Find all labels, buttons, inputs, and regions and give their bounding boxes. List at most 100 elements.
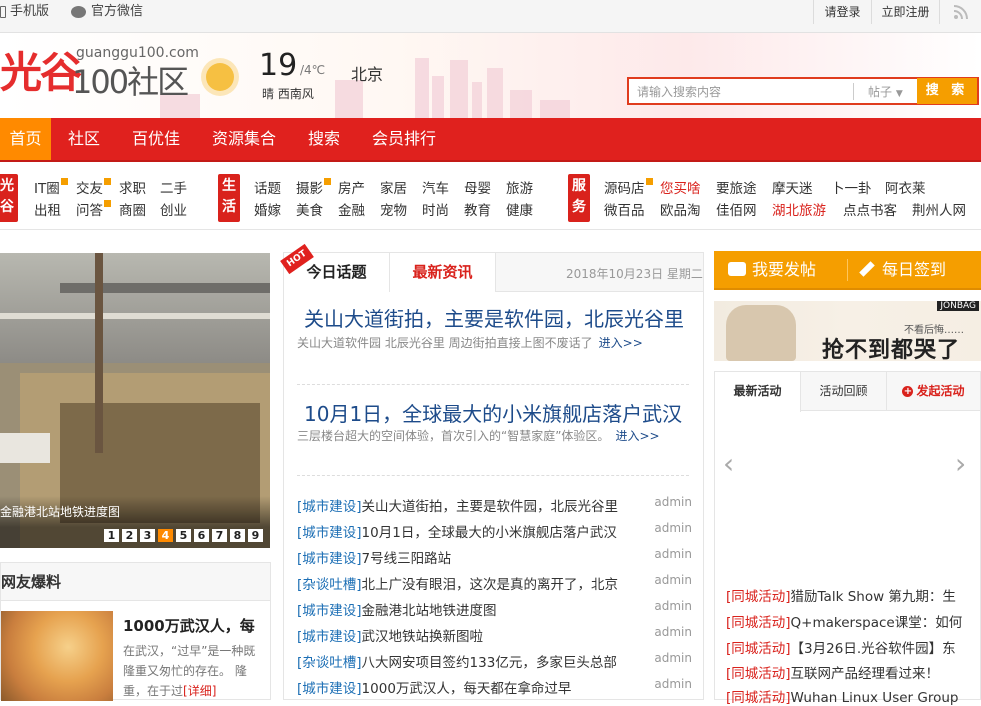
hot-news-desc: 在武汉，“过早”是一种既隆重又匆忙的存在。 隆重，在于过[详细] bbox=[123, 644, 256, 698]
list-item[interactable]: [同城活动]Wuhan Linux User Group bbox=[726, 686, 978, 706]
tab-latest-activity[interactable]: 最新活动 bbox=[715, 372, 801, 412]
category-link[interactable]: 话题 bbox=[254, 177, 281, 197]
list-item[interactable]: [城市建设]1000万武汉人，每天都在拿命过早 admin bbox=[297, 677, 692, 703]
category-link[interactable]: 教育 bbox=[464, 199, 491, 219]
category-link[interactable]: 求职 bbox=[119, 177, 146, 197]
nav-search[interactable]: 搜索 bbox=[296, 118, 352, 160]
category-link[interactable]: 金融 bbox=[338, 199, 365, 219]
category-link[interactable]: 微百品 bbox=[604, 199, 645, 219]
list-item[interactable]: [城市建设]10月1日，全球最大的小米旗舰店落户武汉 admin bbox=[297, 521, 692, 547]
start-activity-button[interactable]: + 发起活动 bbox=[887, 372, 980, 411]
list-item[interactable]: [城市建设]金融港北站地铁进度图 admin bbox=[297, 599, 692, 625]
list-item[interactable]: [城市建设]7号线三阳路站 admin bbox=[297, 547, 692, 573]
temperature-range: /4℃ bbox=[300, 63, 326, 77]
login-link[interactable]: 请登录 bbox=[813, 0, 871, 24]
category-link[interactable]: 点点书客 bbox=[843, 199, 897, 219]
rss-icon[interactable] bbox=[939, 0, 981, 24]
category-link[interactable]: 湖北旅游 bbox=[772, 199, 826, 219]
wechat-icon bbox=[71, 6, 86, 18]
nav-home[interactable]: 首页 bbox=[0, 118, 51, 160]
slide-page-button[interactable]: 4 bbox=[158, 529, 173, 542]
register-link[interactable]: 立即注册 bbox=[871, 0, 939, 24]
sunny-icon bbox=[206, 63, 234, 91]
category-link[interactable]: 时尚 bbox=[422, 199, 449, 219]
tab-latest-news[interactable]: 最新资讯 bbox=[390, 253, 496, 292]
detail-link[interactable]: [详细] bbox=[183, 684, 216, 698]
wechat-link[interactable]: 官方微信 bbox=[71, 0, 143, 24]
category-link[interactable]: 健康 bbox=[506, 199, 533, 219]
category-link[interactable]: 二手 bbox=[160, 177, 187, 197]
slide-caption[interactable]: 金融港北站地铁进度图 bbox=[0, 503, 120, 520]
sign-in-button[interactable]: 每日签到 bbox=[859, 251, 946, 288]
category-link[interactable]: 阿衣莱 bbox=[885, 177, 926, 197]
category-link[interactable]: 婚嫁 bbox=[254, 199, 281, 219]
image-slider[interactable]: 金融港北站地铁进度图 1 2 3 4 5 6 7 8 9 bbox=[0, 253, 270, 548]
nav-resources[interactable]: 资源集合 bbox=[200, 118, 288, 160]
slide-page-button[interactable]: 1 bbox=[104, 529, 119, 542]
category-link[interactable]: 创业 bbox=[160, 199, 187, 219]
headline-title[interactable]: 10月1日，全球最大的小米旗舰店落户武汉 bbox=[304, 398, 682, 427]
slide-page-button[interactable]: 8 bbox=[230, 529, 245, 542]
enter-link[interactable]: 进入>> bbox=[615, 429, 659, 443]
category-link[interactable]: 出租 bbox=[34, 199, 61, 219]
category-link[interactable]: IT圈 bbox=[34, 177, 68, 197]
category-link[interactable]: 要旅途 bbox=[716, 177, 757, 197]
nav-baiyoujia[interactable]: 百优佳 bbox=[120, 118, 192, 160]
list-item[interactable]: [同城活动]【3月26日.光谷软件园】东 bbox=[726, 637, 978, 657]
list-item[interactable]: [杂谈吐槽]北上广没有眼泪，这次是真的离开了，北京 admin bbox=[297, 573, 692, 599]
slide-page-button[interactable]: 6 bbox=[194, 529, 209, 542]
nav-community[interactable]: 社区 bbox=[56, 118, 112, 160]
slide-page-button[interactable]: 3 bbox=[140, 529, 155, 542]
category-link[interactable]: 交友 bbox=[76, 177, 111, 197]
list-item[interactable]: [同城活动]猎励Talk Show 第九期：生 bbox=[726, 585, 978, 605]
mobile-link[interactable]: 手机版 bbox=[0, 0, 49, 24]
category-link[interactable]: 佳佰网 bbox=[716, 199, 757, 219]
category-link[interactable]: 宠物 bbox=[380, 199, 407, 219]
category-link[interactable]: 旅游 bbox=[506, 177, 533, 197]
search-button[interactable]: 搜 索 bbox=[917, 78, 977, 104]
hot-news-headline[interactable]: 1000万武汉人，每 bbox=[123, 615, 255, 636]
slide-page-button[interactable]: 5 bbox=[176, 529, 191, 542]
category-link[interactable]: 摩天迷 bbox=[772, 177, 813, 197]
slide-page-button[interactable]: 9 bbox=[248, 529, 263, 542]
category-link[interactable]: 卜一卦 bbox=[831, 177, 872, 197]
category-link[interactable]: 欧品淘 bbox=[660, 199, 701, 219]
category-link[interactable]: 汽车 bbox=[422, 177, 449, 197]
category-label-service: 服务 bbox=[568, 174, 590, 222]
category-link[interactable]: 您买啥 bbox=[660, 177, 701, 197]
category-link[interactable]: 商圈 bbox=[119, 199, 146, 219]
category-link[interactable]: 荆州人网 bbox=[912, 199, 966, 219]
category-link[interactable]: 美食 bbox=[296, 199, 323, 219]
list-item[interactable]: [同城活动]Q+makerspace课堂：如何 bbox=[726, 611, 978, 631]
search-input[interactable]: 请输入搜索内容 bbox=[637, 83, 721, 100]
weather-city: 北京 bbox=[351, 65, 384, 84]
ad-headline: 抢不到都哭了 bbox=[822, 338, 961, 361]
slide-page-button[interactable]: 7 bbox=[212, 529, 227, 542]
weather-condition: 晴 西南风 bbox=[262, 87, 314, 101]
post-button[interactable]: 我要发帖 bbox=[728, 251, 816, 288]
tab-activity-review[interactable]: 活动回顾 bbox=[801, 372, 887, 411]
carousel-next-icon[interactable]: › bbox=[955, 447, 966, 480]
search-type-select[interactable]: 帖子 ▼ bbox=[853, 83, 915, 100]
enter-link[interactable]: 进入>> bbox=[599, 336, 643, 350]
category-link[interactable]: 母婴 bbox=[464, 177, 491, 197]
slide-page-button[interactable]: 2 bbox=[122, 529, 137, 542]
list-item[interactable]: [城市建设]武汉地铁站换新图啦 admin bbox=[297, 625, 692, 651]
category-link[interactable]: 源码店 bbox=[604, 177, 653, 197]
category-link[interactable]: 问答 bbox=[76, 199, 111, 219]
hot-news-image[interactable] bbox=[1, 611, 113, 701]
wechat-label: 官方微信 bbox=[91, 4, 144, 19]
nav-member-rank[interactable]: 会员排行 bbox=[360, 118, 448, 160]
category-link[interactable]: 家居 bbox=[380, 177, 407, 197]
action-bar: 我要发帖 每日签到 bbox=[714, 251, 981, 290]
headline-title[interactable]: 关山大道街拍，主要是软件园，北辰光谷里 bbox=[304, 303, 684, 332]
category-link[interactable]: 房产 bbox=[338, 177, 365, 197]
ad-banner[interactable]: JONBAG 不看后悔…… 抢不到都哭了 bbox=[714, 301, 981, 361]
category-link[interactable]: 摄影 bbox=[296, 177, 331, 197]
category-bar: 光谷 生活 服务 IT圈 交友 求职 二手 出租 问答 商圈 创业 话题 摄影 … bbox=[0, 166, 981, 230]
carousel-prev-icon[interactable]: ‹ bbox=[723, 447, 734, 480]
handbag-image bbox=[726, 305, 796, 361]
list-item[interactable]: [杂谈吐槽]八大网安项目签约133亿元，多家巨头总部 admin bbox=[297, 651, 692, 677]
list-item[interactable]: [同城活动]互联网产品经理看过来！ bbox=[726, 662, 978, 682]
list-item[interactable]: [城市建设]关山大道街拍，主要是软件园，北辰光谷里 admin bbox=[297, 495, 692, 521]
